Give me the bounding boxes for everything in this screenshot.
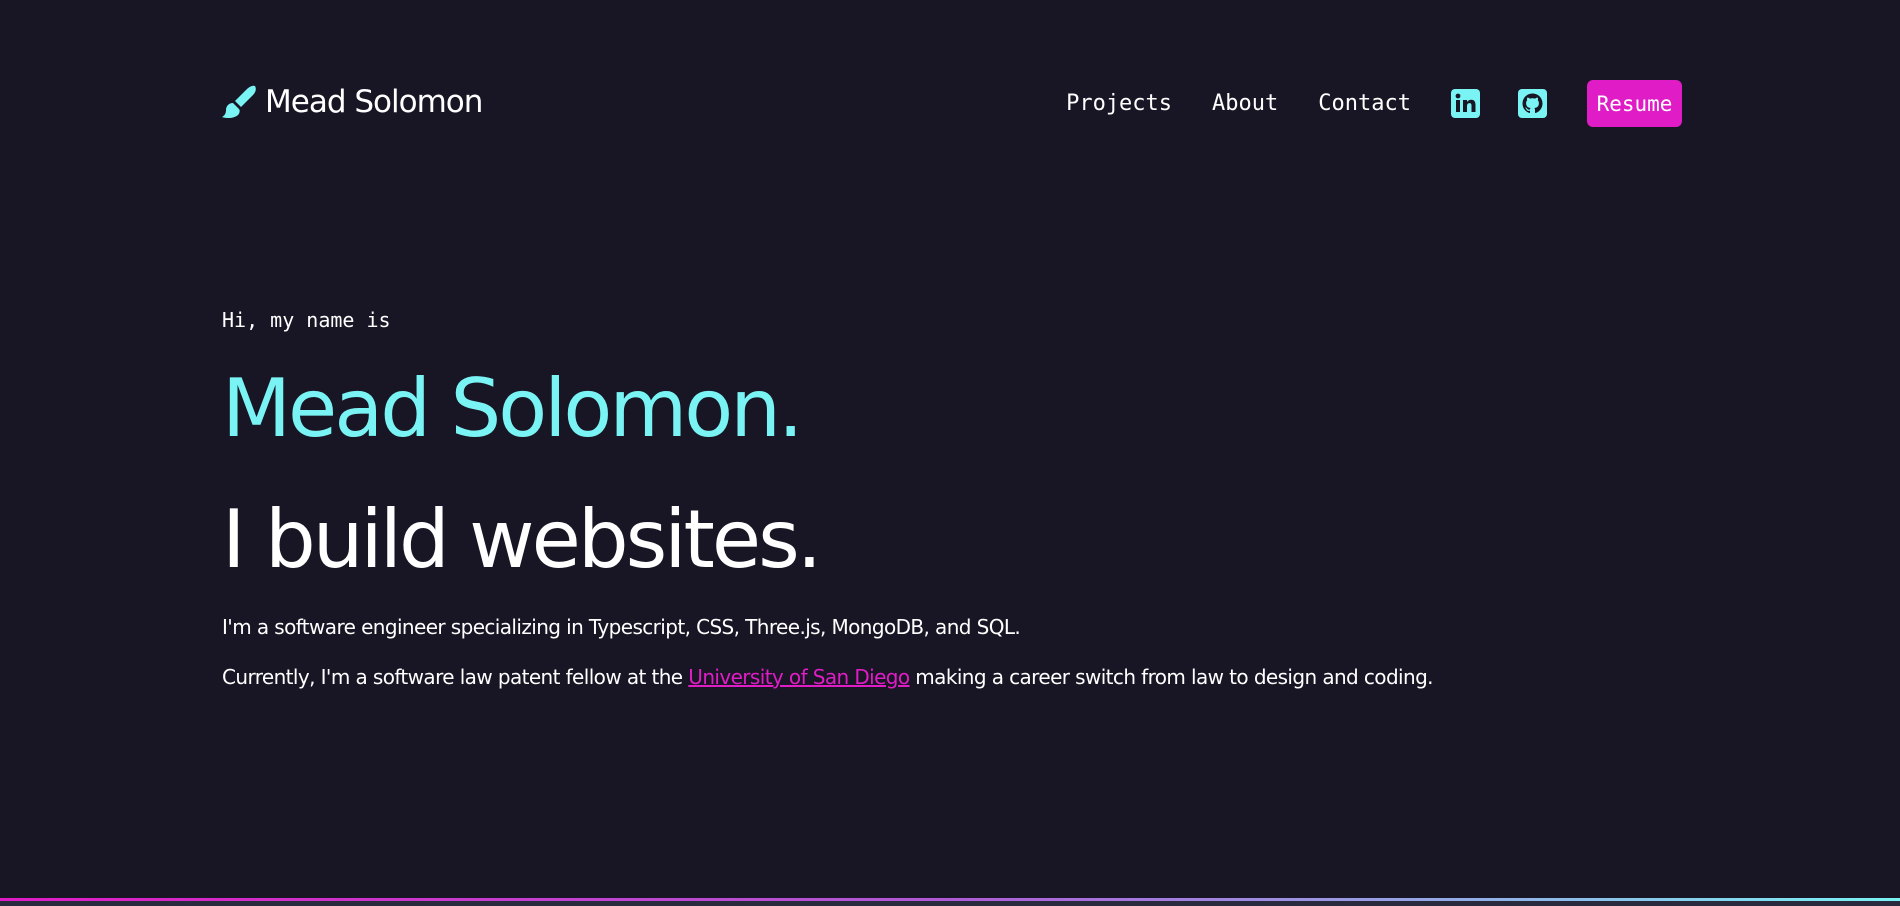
gradient-divider (0, 898, 1900, 901)
hero-bio-line-1: I'm a software engineer specializing in … (222, 615, 1021, 639)
hero-bio-line-2: Currently, I'm a software law patent fel… (222, 663, 1682, 691)
bio-text-after-link: making a career switch from law to desig… (909, 665, 1433, 689)
nav-link-contact[interactable]: Contact (1318, 91, 1411, 116)
university-link[interactable]: University of San Diego (688, 665, 910, 689)
logo-text: Mead Solomon (265, 84, 483, 120)
site-header: Mead Solomon Projects About Contact Resu… (222, 78, 1682, 134)
github-icon[interactable] (1518, 89, 1547, 118)
resume-button[interactable]: Resume (1587, 80, 1682, 127)
hero-section: Hi, my name is Mead Solomon. I build web… (222, 306, 1682, 691)
logo-link[interactable]: Mead Solomon (222, 84, 483, 120)
linkedin-icon[interactable] (1451, 89, 1480, 118)
main-nav: Projects About Contact Resume (1066, 80, 1682, 127)
nav-link-about[interactable]: About (1212, 91, 1278, 116)
nav-link-projects[interactable]: Projects (1066, 91, 1172, 116)
bio-text-before-link: Currently, I'm a software law patent fel… (222, 665, 689, 689)
hero-tagline: I build websites. (222, 493, 822, 586)
hero-name: Mead Solomon. (222, 362, 803, 455)
bottom-bar (0, 898, 1900, 906)
paintbrush-icon (222, 84, 258, 120)
hero-greeting: Hi, my name is (222, 308, 391, 332)
